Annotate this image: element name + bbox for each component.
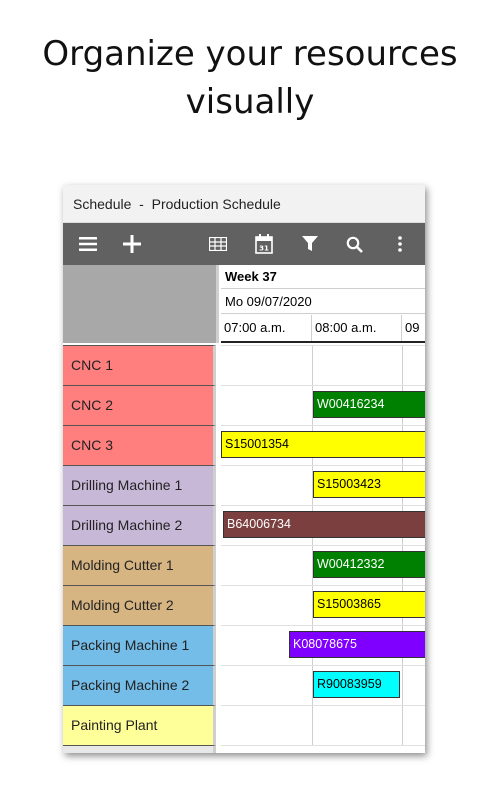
schedule-row: Drilling Machine 2 B64006734 <box>63 505 425 546</box>
resource-label[interactable]: Drilling Machine 2 <box>63 505 216 545</box>
row-cells[interactable]: R90083959 <box>221 665 425 706</box>
headline-line-1: Organize your resources <box>42 34 458 74</box>
row-cells[interactable] <box>221 705 425 746</box>
hour-gridline <box>312 346 313 386</box>
search-icon[interactable] <box>343 223 365 265</box>
schedule-row: CNC 3 S15001354 <box>63 425 425 466</box>
schedule-row-partial <box>63 745 425 753</box>
task-bar[interactable]: W00416234 <box>313 391 425 418</box>
add-icon[interactable] <box>121 223 143 265</box>
resource-label[interactable]: Painting Plant <box>63 705 216 745</box>
row-cells[interactable]: S15001354 <box>221 425 425 466</box>
row-cells-partial <box>221 745 425 753</box>
schedule-row: Packing Machine 1 K08078675 <box>63 625 425 666</box>
hour-gridline <box>402 346 403 386</box>
app-title: Schedule - Production Schedule <box>63 185 425 223</box>
app-window: Schedule - Production Schedule 31 Week 3… <box>63 185 425 753</box>
schedule-row: Drilling Machine 1 S15003423 <box>63 465 425 506</box>
time-header: Week 37 Mo 09/07/2020 07:00 a.m. 08:00 a… <box>221 265 425 343</box>
row-cells[interactable]: W00416234 <box>221 385 425 426</box>
row-cells[interactable]: W00412332 <box>221 545 425 586</box>
row-cells[interactable]: S15003423 <box>221 465 425 506</box>
resource-label[interactable]: Packing Machine 2 <box>63 665 216 705</box>
toolbar: 31 <box>63 223 425 265</box>
hour-gridline <box>402 706 403 746</box>
schedule-row: Packing Machine 2 R90083959 <box>63 665 425 706</box>
task-bar[interactable]: W00412332 <box>313 551 425 578</box>
more-icon[interactable] <box>393 223 407 265</box>
calendar-icon[interactable]: 31 <box>253 223 275 265</box>
week-label: Week 37 <box>221 265 425 289</box>
grid-view-icon[interactable] <box>207 223 229 265</box>
resource-label[interactable]: CNC 3 <box>63 425 216 465</box>
schedule-row: CNC 2 W00416234 <box>63 385 425 426</box>
headline: Organize your resources visually <box>0 30 500 126</box>
task-bar[interactable]: S15003865 <box>313 591 425 618</box>
schedule-row: Painting Plant <box>63 705 425 746</box>
schedule-row: Molding Cutter 1 W00412332 <box>63 545 425 586</box>
resource-label[interactable]: Molding Cutter 1 <box>63 545 216 585</box>
svg-text:31: 31 <box>259 245 269 253</box>
hour-label: 08:00 a.m. <box>312 315 402 341</box>
hour-gridline <box>312 706 313 746</box>
day-label: Mo 09/07/2020 <box>221 290 425 314</box>
hour-gridline <box>402 666 403 706</box>
schedule-grid: Week 37 Mo 09/07/2020 07:00 a.m. 08:00 a… <box>63 265 425 753</box>
grid-corner <box>63 265 219 343</box>
task-bar[interactable]: S15001354 <box>221 431 425 458</box>
menu-icon[interactable] <box>77 223 99 265</box>
resource-label[interactable]: Drilling Machine 1 <box>63 465 216 505</box>
hour-label: 09 <box>405 320 420 335</box>
resource-label[interactable]: Molding Cutter 2 <box>63 585 216 625</box>
task-bar[interactable]: K08078675 <box>289 631 425 658</box>
task-bar[interactable]: R90083959 <box>313 671 400 698</box>
row-cells[interactable]: K08078675 <box>221 625 425 666</box>
headline-line-2: visually <box>185 82 315 122</box>
schedule-row: CNC 1 <box>63 345 425 386</box>
header-divider <box>221 341 425 343</box>
row-cells[interactable]: S15003865 <box>221 585 425 626</box>
schedule-row: Molding Cutter 2 S15003865 <box>63 585 425 626</box>
row-cells[interactable] <box>221 345 425 386</box>
filter-icon[interactable] <box>299 223 321 265</box>
resource-label[interactable]: CNC 2 <box>63 385 216 425</box>
task-bar[interactable]: B64006734 <box>223 511 425 538</box>
resource-label[interactable]: Packing Machine 1 <box>63 625 216 665</box>
resource-label[interactable]: CNC 1 <box>63 345 216 385</box>
hour-label: 07:00 a.m. <box>221 315 312 341</box>
resource-label-partial <box>63 745 216 753</box>
task-bar[interactable]: S15003423 <box>313 471 425 498</box>
row-cells[interactable]: B64006734 <box>221 505 425 546</box>
